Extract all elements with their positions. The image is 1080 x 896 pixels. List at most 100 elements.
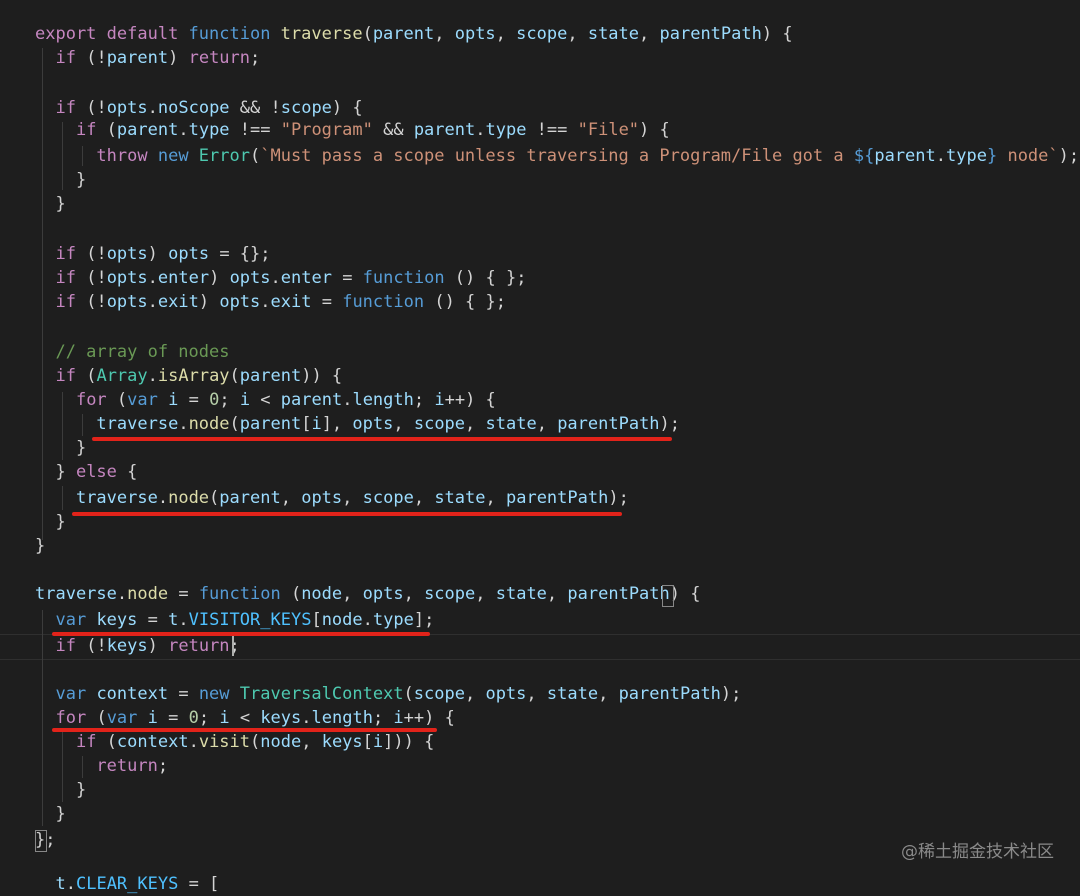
code-token: .	[260, 292, 271, 312]
code-token: ) {	[669, 584, 701, 604]
code-token: type	[485, 120, 527, 140]
code-token: .	[342, 390, 353, 410]
code-token: (	[280, 584, 302, 604]
code-token: )) {	[301, 366, 343, 386]
code-line: }	[35, 802, 65, 826]
text-cursor	[232, 636, 234, 656]
code-token: (	[86, 366, 97, 386]
code-token: .	[301, 708, 312, 728]
code-token: ,	[393, 414, 414, 434]
code-token: =	[168, 584, 199, 604]
code-editor[interactable]: export default function traverse(parent,…	[0, 0, 1080, 894]
code-token: .	[147, 98, 158, 118]
code-token: () { };	[424, 292, 506, 312]
code-token: ;	[157, 756, 169, 776]
code-token: =	[331, 268, 363, 288]
code-token: opts	[106, 98, 148, 118]
code-token: export	[35, 24, 107, 44]
code-token: (	[116, 390, 128, 410]
code-token: CLEAR_KEYS	[75, 874, 179, 894]
code-line: if (Array.isArray(parent)) {	[35, 364, 342, 388]
code-token: ,	[546, 584, 568, 604]
annotation-underline-traverse-node-loop	[92, 437, 672, 441]
code-token: type	[946, 146, 987, 166]
code-token: ,	[526, 684, 547, 704]
code-token: =	[168, 684, 199, 704]
code-token: =	[137, 610, 169, 630]
code-token: ;	[219, 390, 240, 410]
code-token: parent	[219, 488, 281, 508]
code-token: }	[35, 438, 87, 458]
code-token: opts	[168, 244, 210, 264]
bracket-match-close	[35, 830, 47, 852]
code-token: );	[659, 414, 681, 434]
code-token: Array	[96, 366, 148, 386]
code-token: }	[35, 512, 66, 532]
code-token: t	[168, 610, 179, 630]
code-token: node	[321, 610, 363, 630]
code-token: type	[188, 120, 230, 140]
code-token: ++) {	[444, 390, 496, 410]
code-token: scope	[280, 98, 332, 118]
code-token: type	[372, 610, 414, 630]
code-line: if (parent.type !== "Program" && parent.…	[35, 118, 670, 142]
code-token: ) {	[331, 98, 363, 118]
code-line: var context = new TraversalContext(scope…	[35, 682, 741, 706]
code-line: traverse.node(parent, opts, scope, state…	[35, 486, 629, 510]
code-token: if	[75, 732, 107, 752]
code-token: exit	[157, 292, 199, 312]
code-token: opts	[106, 244, 148, 264]
code-token: ,	[434, 24, 455, 44]
code-token: )	[168, 48, 189, 68]
code-line: }	[35, 192, 65, 216]
code-token: parentPath	[567, 584, 670, 604]
code-token: state	[587, 24, 640, 44]
code-line: traverse.node(parent[i], opts, scope, st…	[35, 412, 680, 436]
code-token: .	[362, 610, 373, 630]
code-line: return;	[35, 754, 168, 778]
annotation-underline-traverse-node-else	[72, 512, 622, 516]
code-token: }	[35, 536, 46, 556]
code-token: =	[157, 708, 189, 728]
code-line: }	[35, 436, 86, 460]
code-token: traverse	[280, 24, 363, 44]
code-token: traverse	[75, 488, 158, 508]
code-token: state	[485, 414, 537, 434]
code-token: ,	[403, 584, 425, 604]
code-token: )	[147, 636, 169, 656]
code-token: ,	[301, 732, 322, 752]
code-token: scope	[413, 684, 465, 704]
code-token: .	[178, 610, 189, 630]
code-token: var	[55, 684, 97, 704]
code-token: (!	[86, 268, 107, 288]
code-token: }	[35, 780, 87, 800]
code-token: !==	[229, 120, 281, 140]
code-token: )	[147, 244, 169, 264]
code-token: parentPath	[659, 24, 762, 44]
code-line: if (context.visit(node, keys[i])) {	[35, 730, 434, 754]
code-token: );	[1058, 146, 1080, 166]
code-token: keys	[260, 708, 302, 728]
code-token: parent	[106, 48, 169, 68]
code-token: ++) {	[403, 708, 455, 728]
code-token: (	[96, 708, 107, 728]
code-line: }	[35, 168, 86, 192]
code-token: context	[96, 684, 169, 704]
code-token: VISITOR_KEYS	[188, 610, 312, 630]
code-token: {	[116, 462, 138, 482]
code-token: ,	[485, 488, 506, 508]
code-token: i	[239, 390, 251, 410]
code-token: ,	[536, 414, 558, 434]
code-token: ],	[321, 414, 353, 434]
code-token: parentPath	[557, 414, 660, 434]
code-token: keys	[321, 732, 363, 752]
code-token: i	[219, 708, 230, 728]
code-token: .	[178, 414, 189, 434]
code-token: [	[362, 732, 373, 752]
